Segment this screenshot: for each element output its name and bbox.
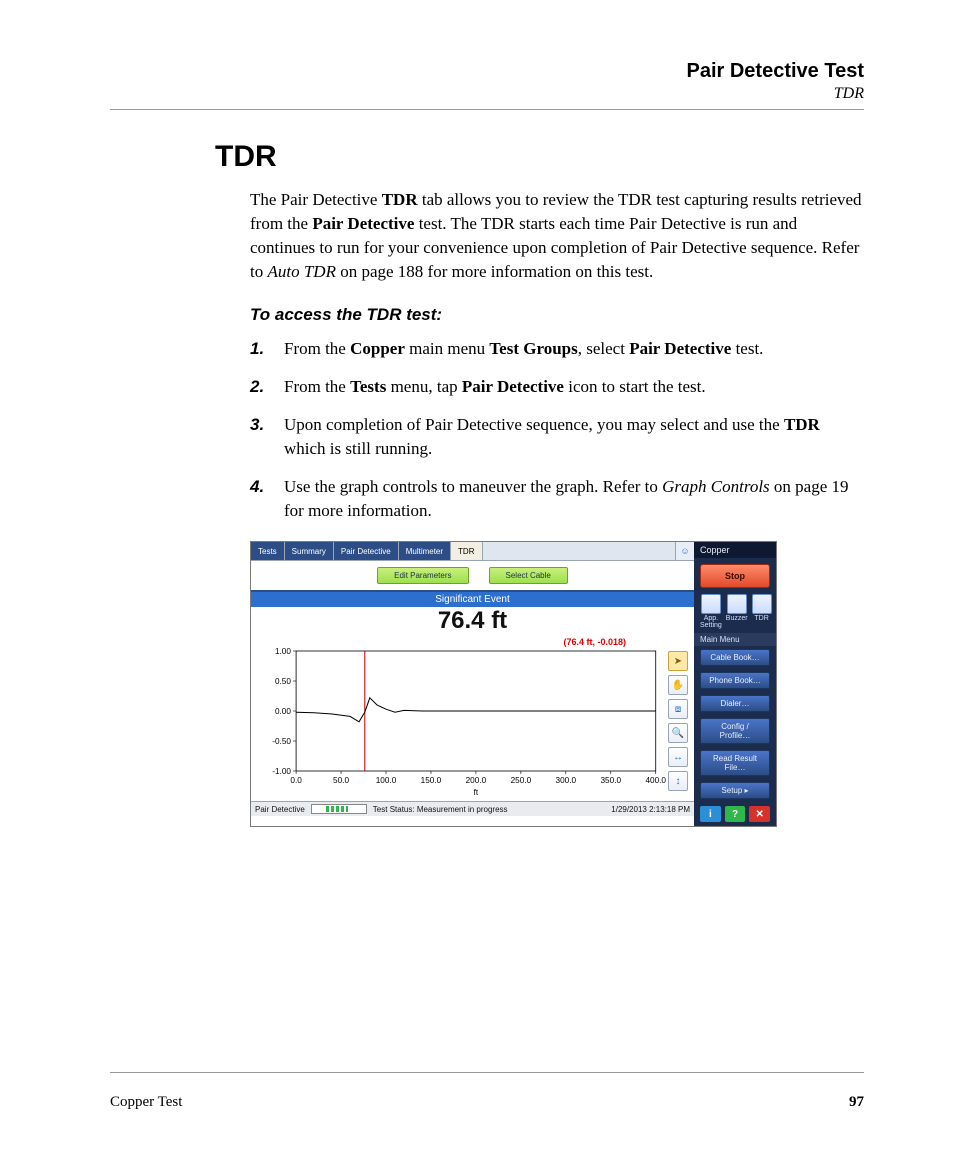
hand-icon[interactable]: ✋ <box>668 675 688 695</box>
tdr-chart[interactable]: (76.4 ft, -0.018) -1.00 -0.50 0.00 0.50 1.00… <box>255 637 666 797</box>
svg-text:-0.50: -0.50 <box>272 737 291 746</box>
pointer-icon[interactable]: ➤ <box>668 651 688 671</box>
svg-text:0.50: 0.50 <box>275 677 291 686</box>
svg-text:200.0: 200.0 <box>466 776 487 785</box>
step-3: Upon completion of Pair Detective sequen… <box>250 413 864 461</box>
steps-subhead: To access the TDR test: <box>250 303 864 327</box>
svg-text:400.0: 400.0 <box>645 776 666 785</box>
zoom-in-icon[interactable]: 🔍 <box>668 723 688 743</box>
info-icon[interactable]: i <box>700 806 721 822</box>
svg-text:250.0: 250.0 <box>511 776 532 785</box>
side-menu-header: Main Menu <box>694 633 776 646</box>
help-icon[interactable]: ? <box>725 806 746 822</box>
side-panel: Copper Stop App. Setting Buzzer TDR Main… <box>694 542 776 826</box>
svg-text:100.0: 100.0 <box>376 776 397 785</box>
side-header: Copper <box>694 542 776 558</box>
user-icon[interactable]: ☺ <box>675 542 694 560</box>
svg-text:-1.00: -1.00 <box>272 767 291 776</box>
side-item-config-profile[interactable]: Config / Profile… <box>700 718 770 744</box>
svg-text:1.00: 1.00 <box>275 647 291 656</box>
footer-left: Copper Test <box>110 1094 182 1111</box>
svg-text:300.0: 300.0 <box>556 776 577 785</box>
step-2: From the Tests menu, tap Pair Detective … <box>250 375 864 399</box>
status-bar: Pair Detective Test Status: Measurement … <box>251 801 694 816</box>
tab-summary[interactable]: Summary <box>285 542 334 560</box>
svg-text:0.0: 0.0 <box>290 776 302 785</box>
fit-h-icon[interactable]: ↔ <box>668 747 688 767</box>
tab-bar: Tests Summary Pair Detective Multimeter … <box>251 542 694 561</box>
step-4: Use the graph controls to maneuver the g… <box>250 475 864 523</box>
tab-tdr[interactable]: TDR <box>451 542 482 560</box>
page-number: 97 <box>849 1094 864 1111</box>
status-time: 1/29/2013 2:13:18 PM <box>611 805 690 814</box>
side-item-read-result[interactable]: Read Result File… <box>700 750 770 776</box>
fit-v-icon[interactable]: ↕ <box>668 771 688 791</box>
header-rule <box>110 109 864 110</box>
select-cable-button[interactable]: Select Cable <box>489 567 568 584</box>
svg-text:50.0: 50.0 <box>333 776 349 785</box>
running-title: Pair Detective Test <box>110 60 864 83</box>
running-header: Pair Detective Test TDR <box>110 60 864 103</box>
significant-event-banner: Significant Event <box>251 592 694 607</box>
significant-event-value: 76.4 ft <box>251 607 694 637</box>
section-heading: TDR <box>215 140 864 174</box>
side-item-dialer[interactable]: Dialer… <box>700 695 770 712</box>
running-subtitle: TDR <box>110 85 864 103</box>
page-footer: Copper Test 97 <box>110 1094 864 1111</box>
zoom-area-icon[interactable]: ⧈ <box>668 699 688 719</box>
footer-rule <box>110 1072 864 1073</box>
device-screenshot: Tests Summary Pair Detective Multimeter … <box>250 541 777 827</box>
svg-text:ft: ft <box>474 788 479 797</box>
stop-button[interactable]: Stop <box>700 564 770 588</box>
side-item-setup[interactable]: Setup ▸ <box>700 782 770 799</box>
svg-text:150.0: 150.0 <box>421 776 442 785</box>
graph-toolbar: ➤ ✋ ⧈ 🔍 ↔ ↕ <box>666 637 690 797</box>
cursor-readout: (76.4 ft, -0.018) <box>563 637 626 647</box>
intro-paragraph: The Pair Detective TDR tab allows you to… <box>250 188 864 285</box>
button-row: Edit Parameters Select Cable <box>251 561 694 590</box>
side-item-cable-book[interactable]: Cable Book… <box>700 649 770 666</box>
close-icon[interactable]: ✕ <box>749 806 770 822</box>
side-item-phone-book[interactable]: Phone Book… <box>700 672 770 689</box>
tdr-icon[interactable]: TDR <box>752 594 772 629</box>
tab-multimeter[interactable]: Multimeter <box>399 542 451 560</box>
steps-list: From the Copper main menu Test Groups, s… <box>250 337 864 524</box>
app-setting-icon[interactable]: App. Setting <box>700 594 722 629</box>
edit-parameters-button[interactable]: Edit Parameters <box>377 567 468 584</box>
buzzer-icon[interactable]: Buzzer <box>726 594 748 629</box>
tab-tests[interactable]: Tests <box>251 542 285 560</box>
tab-pair-detective[interactable]: Pair Detective <box>334 542 399 560</box>
svg-text:0.00: 0.00 <box>275 707 291 716</box>
progress-indicator <box>311 804 367 814</box>
svg-text:350.0: 350.0 <box>600 776 621 785</box>
status-left: Pair Detective <box>255 805 305 814</box>
step-1: From the Copper main menu Test Groups, s… <box>250 337 864 361</box>
status-text: Test Status: Measurement in progress <box>373 805 508 814</box>
